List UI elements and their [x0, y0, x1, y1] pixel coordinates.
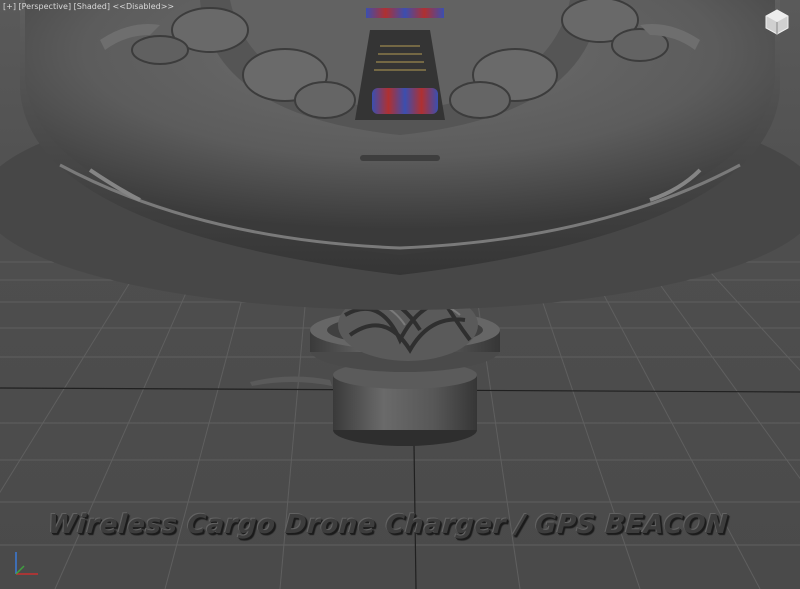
- viewport-disabled-toggle[interactable]: <<Disabled>>: [113, 2, 175, 11]
- charger-base: [250, 289, 500, 446]
- 3d-viewport[interactable]: [+] [Perspective] [Shaded] <<Disabled>> …: [0, 0, 800, 589]
- stripe-band: [372, 88, 438, 114]
- viewport-label: [+] [Perspective] [Shaded] <<Disabled>>: [3, 2, 174, 11]
- scene-caption-text: Wireless Cargo Drone Charger / GPS BEACO…: [46, 510, 730, 540]
- axis-tripod-icon: [15, 552, 38, 575]
- viewcube-button[interactable]: [764, 8, 790, 34]
- scene-render: [0, 0, 800, 589]
- viewport-menu-button[interactable]: [+]: [3, 2, 16, 11]
- viewport-view-button[interactable]: [Perspective]: [19, 2, 72, 11]
- cable: [250, 376, 332, 386]
- viewport-shading-button[interactable]: [Shaded]: [74, 2, 110, 11]
